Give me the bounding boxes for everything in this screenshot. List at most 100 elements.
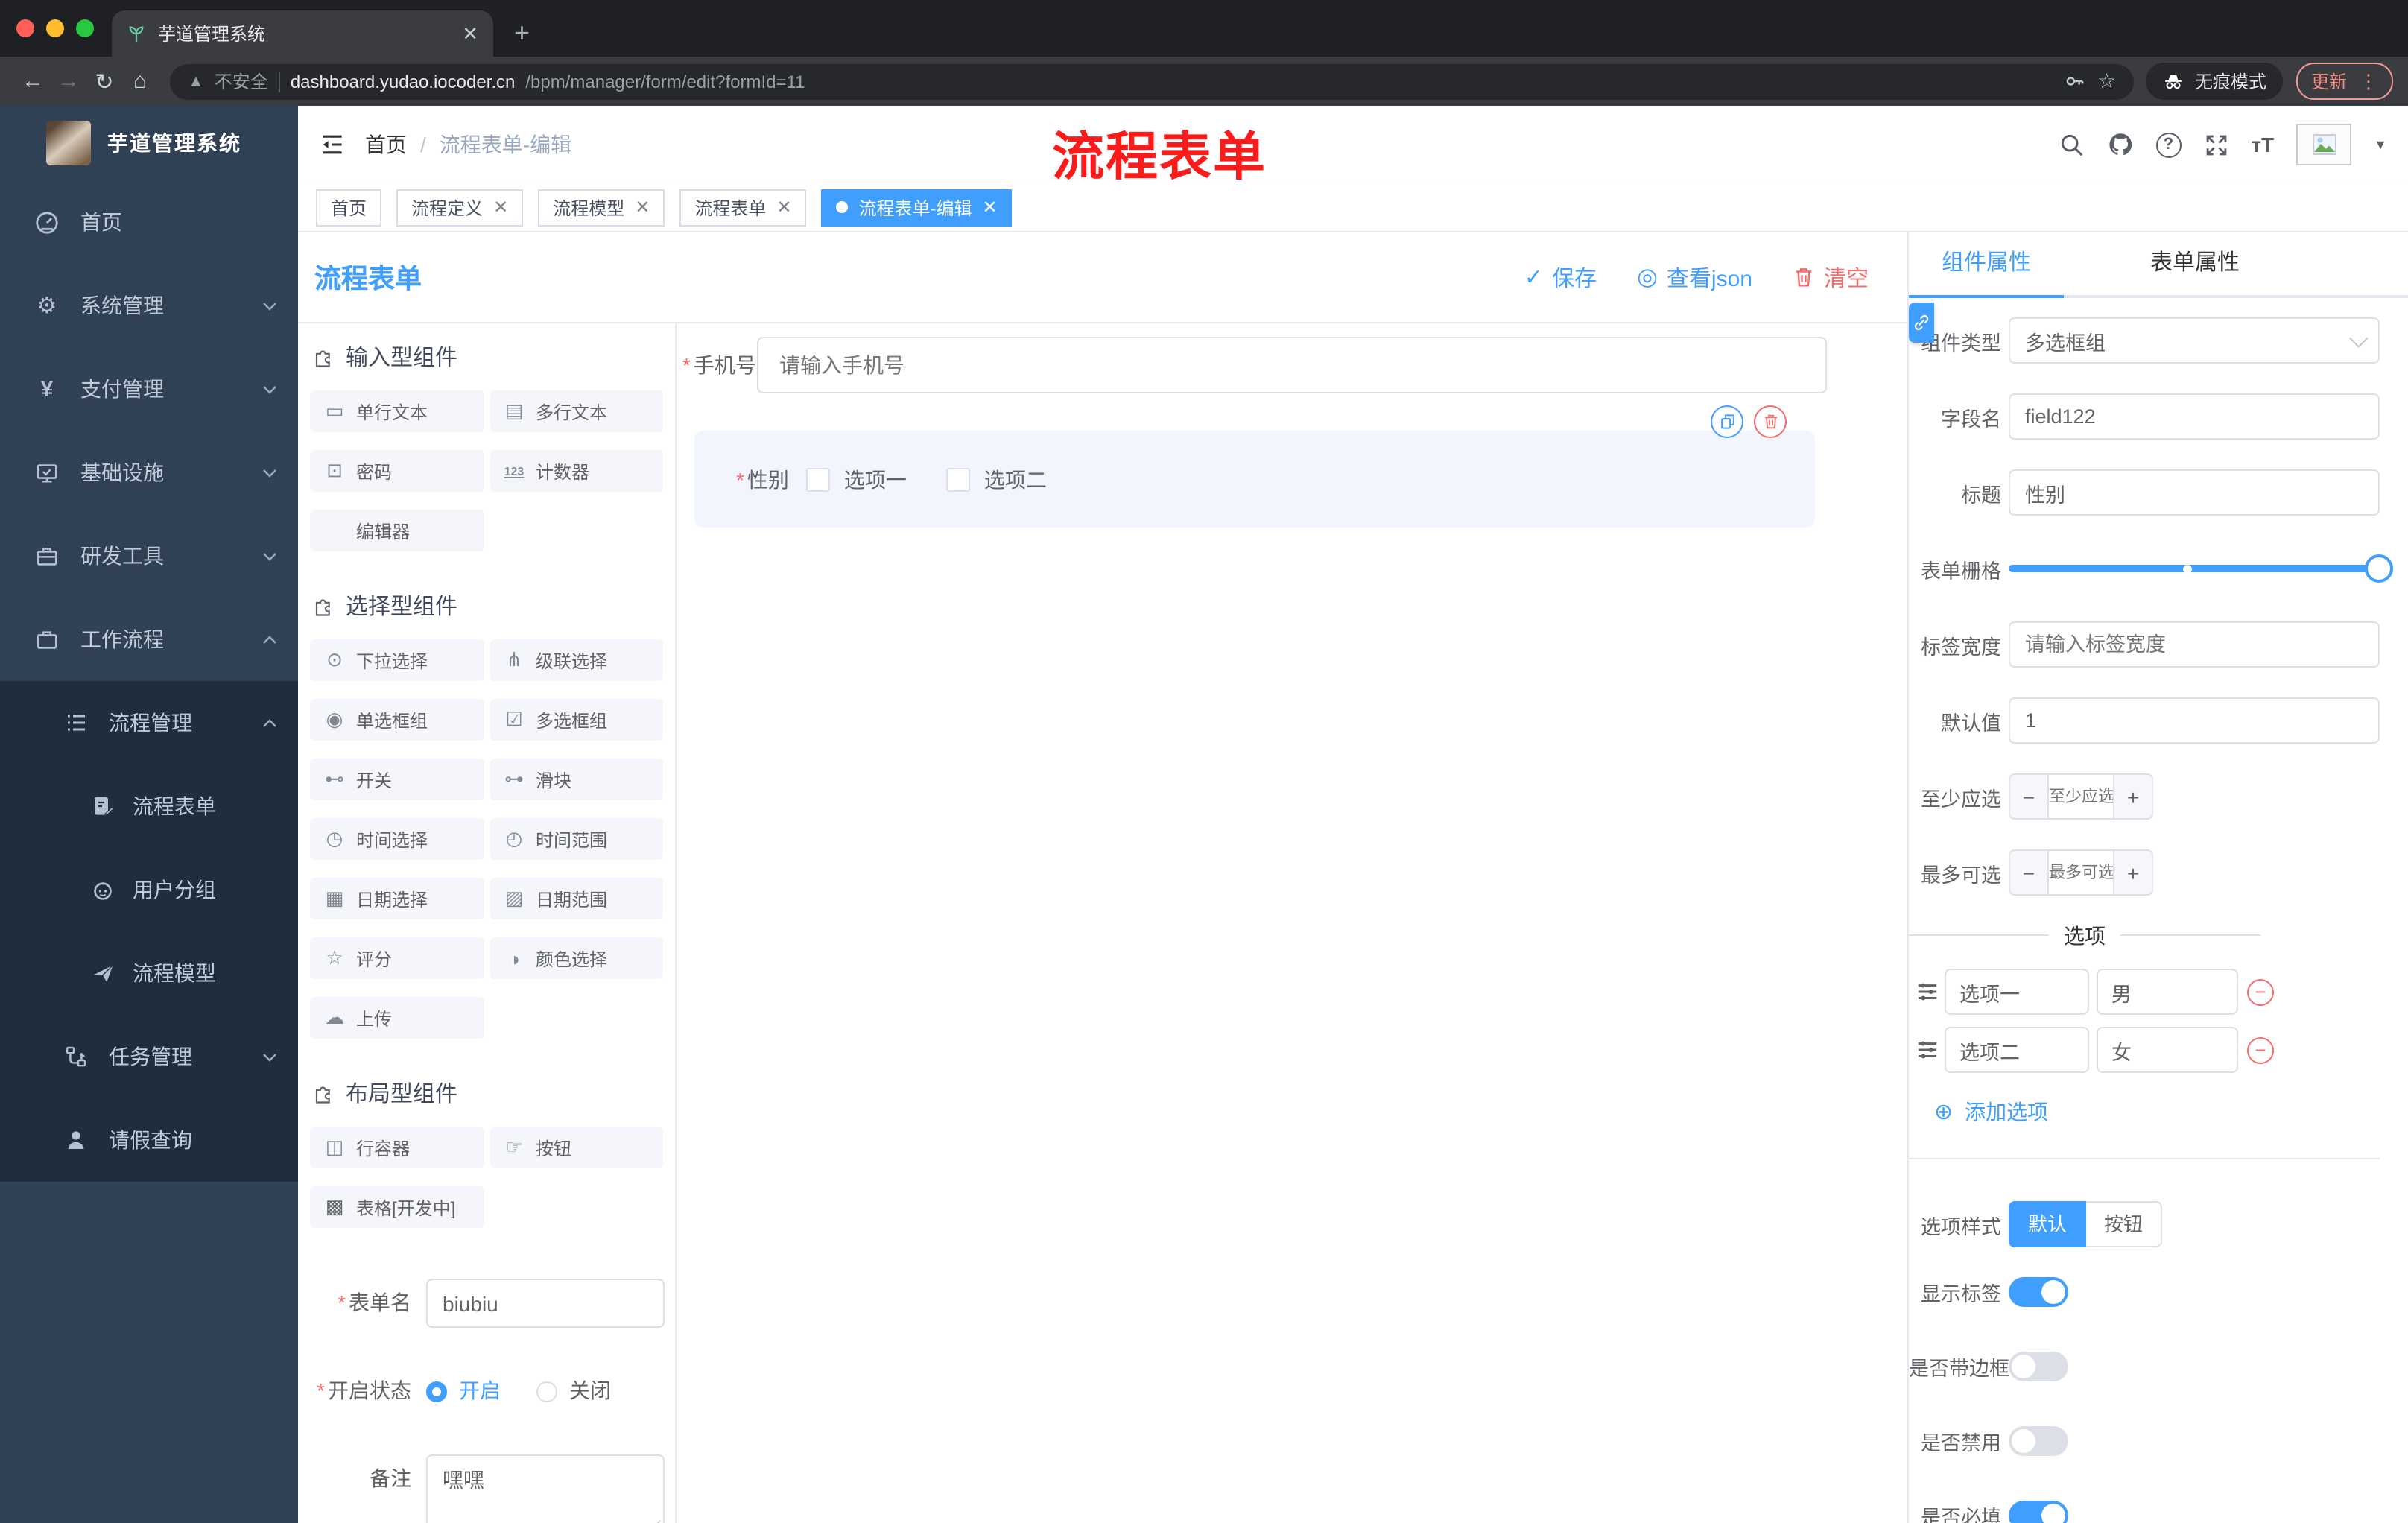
- component-counter[interactable]: 123 计数器: [489, 450, 663, 492]
- save-button[interactable]: ✓ 保存: [1524, 262, 1597, 293]
- form-remark-textarea[interactable]: 嘿嘿: [426, 1454, 665, 1523]
- checkbox-icon[interactable]: [806, 467, 831, 491]
- tag-process-model[interactable]: 流程模型 ✕: [538, 189, 665, 226]
- font-size-icon[interactable]: ᴛT: [2251, 133, 2274, 156]
- tag-process-form-edit[interactable]: 流程表单-编辑 ✕: [821, 189, 1013, 226]
- component-editor[interactable]: 编辑器: [310, 510, 484, 551]
- window-zoom-button[interactable]: [76, 19, 94, 37]
- new-tab-button[interactable]: +: [514, 18, 530, 57]
- tab-form-props[interactable]: 表单属性: [2117, 232, 2272, 295]
- component-single-line-text[interactable]: ▭ 单行文本: [310, 390, 484, 432]
- grid-slider[interactable]: [2009, 545, 2393, 592]
- sidebar-item-home[interactable]: 首页: [0, 180, 298, 264]
- with-border-toggle[interactable]: [2009, 1352, 2068, 1381]
- gender-option-1[interactable]: 选项一: [844, 464, 907, 494]
- option-2-name-input[interactable]: [1945, 1027, 2089, 1073]
- status-radio-off[interactable]: 关闭: [536, 1367, 611, 1416]
- component-color-picker[interactable]: ◑ 颜色选择: [489, 937, 663, 979]
- title-input[interactable]: [2009, 469, 2380, 516]
- window-close-button[interactable]: [16, 19, 34, 37]
- sidebar-fold-icon[interactable]: [319, 131, 346, 158]
- sidebar-item-workflow[interactable]: 工作流程: [0, 598, 298, 681]
- component-type-select[interactable]: 多选框组: [2009, 317, 2380, 364]
- style-button-button[interactable]: 按钮: [2086, 1201, 2163, 1247]
- sidebar-item-user-group[interactable]: 用户分组: [0, 848, 298, 931]
- component-select[interactable]: ⊙ 下拉选择: [310, 639, 484, 681]
- component-multi-line-text[interactable]: ▤ 多行文本: [489, 390, 663, 432]
- browser-tab[interactable]: 芋道管理系统 ✕: [112, 10, 493, 57]
- form-canvas[interactable]: *手机号 *性别 选项一 选项二: [677, 323, 1907, 1523]
- browser-menu-icon[interactable]: ⋮: [2359, 69, 2378, 93]
- component-button[interactable]: ☞ 按钮: [489, 1127, 663, 1168]
- address-bar[interactable]: ▲ 不安全 dashboard.yudao.iocoder.cn/bpm/man…: [170, 63, 2134, 99]
- slider-track[interactable]: [2009, 565, 2380, 572]
- phone-input[interactable]: [757, 337, 1827, 393]
- component-date-picker[interactable]: ▦ 日期选择: [310, 878, 484, 919]
- remove-option-button[interactable]: −: [2247, 1036, 2274, 1063]
- tag-process-definition[interactable]: 流程定义 ✕: [396, 189, 524, 226]
- option-1-value-input[interactable]: [2097, 969, 2238, 1015]
- component-slider[interactable]: ⊶ 滑块: [489, 759, 663, 800]
- status-radio-on[interactable]: 开启: [426, 1367, 501, 1416]
- avatar-caret-icon[interactable]: ▼: [2374, 137, 2387, 152]
- breadcrumb-home[interactable]: 首页: [365, 130, 407, 159]
- field-name-input[interactable]: [2009, 393, 2380, 440]
- component-checkbox-group[interactable]: ☑ 多选框组: [489, 699, 663, 741]
- option-2-value-input[interactable]: [2097, 1027, 2238, 1073]
- tab-close-icon[interactable]: ✕: [462, 22, 478, 45]
- label-width-input[interactable]: [2009, 621, 2380, 668]
- min-select-input[interactable]: [2049, 775, 2113, 818]
- github-icon[interactable]: [2106, 131, 2133, 158]
- form-name-input[interactable]: [426, 1279, 665, 1328]
- remove-option-button[interactable]: −: [2247, 978, 2274, 1005]
- sidebar-item-payment[interactable]: ¥ 支付管理: [0, 347, 298, 431]
- tab-component-props[interactable]: 组件属性: [1909, 232, 2064, 295]
- decrease-button[interactable]: −: [2010, 851, 2049, 894]
- increase-button[interactable]: +: [2113, 775, 2152, 818]
- sidebar-item-process-form[interactable]: 流程表单: [0, 764, 298, 848]
- view-json-button[interactable]: ◎ 查看json: [1637, 262, 1752, 293]
- sidebar-item-devtools[interactable]: 研发工具: [0, 514, 298, 598]
- style-default-button[interactable]: 默认: [2009, 1201, 2087, 1247]
- reload-icon[interactable]: ↻: [86, 68, 122, 95]
- canvas-field-phone[interactable]: * 手机号: [682, 337, 1827, 393]
- option-1-name-input[interactable]: [1945, 969, 2089, 1015]
- decrease-button[interactable]: −: [2010, 775, 2049, 818]
- gender-option-2[interactable]: 选项二: [984, 464, 1047, 494]
- help-icon[interactable]: ?: [2155, 132, 2182, 157]
- max-select-input[interactable]: [2049, 851, 2113, 894]
- component-radio-group[interactable]: ◉ 单选框组: [310, 699, 484, 741]
- increase-button[interactable]: +: [2113, 851, 2152, 894]
- drag-handle-icon[interactable]: [1916, 981, 1939, 1003]
- home-icon[interactable]: ⌂: [122, 69, 158, 94]
- close-icon[interactable]: ✕: [635, 197, 650, 218]
- component-time-range[interactable]: ◴ 时间范围: [489, 818, 663, 860]
- avatar[interactable]: [2296, 124, 2352, 165]
- component-switch[interactable]: ⊷ 开关: [310, 759, 484, 800]
- component-table[interactable]: ▩ 表格[开发中]: [310, 1186, 484, 1228]
- close-icon[interactable]: ✕: [493, 197, 508, 218]
- component-upload[interactable]: ☁ 上传: [310, 997, 484, 1039]
- component-time-picker[interactable]: ◷ 时间选择: [310, 818, 484, 860]
- fullscreen-icon[interactable]: [2203, 132, 2228, 157]
- close-icon[interactable]: ✕: [776, 197, 791, 218]
- browser-update-button[interactable]: 更新 ⋮: [2295, 63, 2393, 100]
- checkbox-icon[interactable]: [946, 467, 971, 491]
- sidebar-item-process-mgmt[interactable]: 流程管理: [0, 681, 298, 764]
- back-icon[interactable]: ←: [15, 69, 51, 94]
- link-drawer-tab[interactable]: [1909, 303, 1934, 343]
- tag-process-form[interactable]: 流程表单 ✕: [679, 189, 807, 226]
- forward-icon[interactable]: →: [51, 69, 86, 94]
- component-row-container[interactable]: ◫ 行容器: [310, 1127, 484, 1168]
- delete-field-button[interactable]: [1754, 405, 1787, 438]
- component-cascader[interactable]: ⋔ 级联选择: [489, 639, 663, 681]
- drag-handle-icon[interactable]: [1916, 1039, 1939, 1061]
- canvas-field-gender-selected[interactable]: * 性别 选项一 选项二: [694, 405, 1815, 528]
- add-option-button[interactable]: ⊕ 添加选项: [1934, 1097, 2408, 1127]
- sidebar-item-task-mgmt[interactable]: 任务管理: [0, 1015, 298, 1098]
- component-password[interactable]: ⊡ 密码: [310, 450, 484, 492]
- close-icon[interactable]: ✕: [983, 197, 998, 218]
- required-toggle[interactable]: [2009, 1501, 2068, 1523]
- slider-handle[interactable]: [2365, 554, 2393, 583]
- component-rate[interactable]: ☆ 评分: [310, 937, 484, 979]
